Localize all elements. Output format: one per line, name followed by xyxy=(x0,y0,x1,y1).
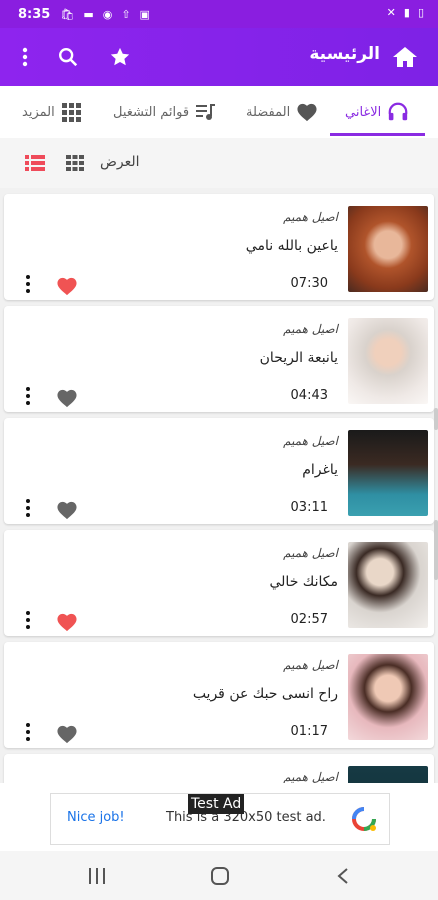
tab-label-more: المزيد xyxy=(22,104,55,120)
song-card[interactable]: اصيل هميم ياغرام 03:11 xyxy=(4,418,434,524)
upload-icon: ⇧ xyxy=(121,7,131,21)
song-duration: 07:30 xyxy=(290,276,328,291)
song-title: يانبعة الريحان xyxy=(259,350,338,366)
tab-favorites[interactable]: المفضلة xyxy=(246,86,318,138)
view-mode-row: العرض xyxy=(0,138,438,188)
tab-playlists[interactable]: قوائم التشغيل xyxy=(113,86,217,138)
scroll-edge-handle[interactable] xyxy=(434,408,438,430)
home-button[interactable] xyxy=(388,40,422,74)
song-duration: 03:11 xyxy=(290,500,328,515)
chat-icon: ▬ xyxy=(83,7,94,21)
tab-label-playlists: قوائم التشغيل xyxy=(113,104,190,120)
overflow-menu-button[interactable] xyxy=(8,40,42,74)
bag-icon: 🛍 xyxy=(60,7,75,21)
back-icon[interactable] xyxy=(336,867,350,885)
song-card[interactable]: اصيل هميم راح انسى حبك عن قريب 01:17 xyxy=(4,642,434,748)
artist-name: اصيل هميم xyxy=(283,322,338,336)
image-icon: ▣ xyxy=(139,7,150,21)
heart-icon xyxy=(297,103,317,122)
more-vert-icon[interactable] xyxy=(24,498,32,518)
signal-icon: ▮ xyxy=(403,6,410,19)
home-icon xyxy=(393,47,417,67)
active-tab-indicator xyxy=(330,133,425,136)
more-vert-icon[interactable] xyxy=(24,274,32,294)
artist-name: اصيل هميم xyxy=(283,546,338,560)
artist-name: اصيل هميم xyxy=(283,658,338,672)
tab-label-songs: الاغاني xyxy=(345,104,382,120)
favorite-heart-icon[interactable] xyxy=(56,612,78,632)
artist-name: اصيل هميم xyxy=(283,434,338,448)
view-label: العرض xyxy=(100,154,140,170)
headphones-icon xyxy=(388,102,408,121)
home-nav-icon[interactable] xyxy=(210,866,230,886)
recent-apps-icon[interactable] xyxy=(88,868,106,884)
tab-bar: المزيد قوائم التشغيل المفضلة الاغاني xyxy=(0,86,438,139)
test-ad-badge: Test Ad xyxy=(188,794,245,814)
favorite-heart-icon[interactable] xyxy=(56,724,78,744)
favorite-heart-icon[interactable] xyxy=(56,388,78,408)
more-vert-icon[interactable] xyxy=(24,722,32,742)
more-vert-icon[interactable] xyxy=(24,610,32,630)
song-title: ياغرام xyxy=(302,462,338,478)
app-bar: الرئيسية xyxy=(0,28,438,86)
favorite-heart-icon[interactable] xyxy=(56,500,78,520)
song-title: مكانك خالي xyxy=(269,574,339,590)
search-icon xyxy=(59,48,78,67)
grid-icon xyxy=(61,103,81,122)
system-icons: ✕ ▮ ▯ xyxy=(387,6,424,19)
ad-logo-icon xyxy=(352,807,376,831)
song-duration: 02:57 xyxy=(290,612,328,627)
song-thumbnail xyxy=(348,542,428,628)
playlist-icon xyxy=(196,104,216,120)
song-thumbnail xyxy=(348,654,428,740)
song-thumbnail xyxy=(348,318,428,404)
song-thumbnail xyxy=(348,430,428,516)
list-view-button[interactable] xyxy=(25,155,45,175)
list-view-icon xyxy=(25,155,45,171)
status-time: 8:35 xyxy=(18,6,51,22)
song-card[interactable]: اصيل هميم يانبعة الريحان 04:43 xyxy=(4,306,434,412)
notification-icons: 🛍 ▬ ◉ ⇧ ▣ xyxy=(60,8,150,21)
ad-cta[interactable]: Nice job! xyxy=(67,810,125,825)
status-bar: 8:35 🛍 ▬ ◉ ⇧ ▣ ✕ ▮ ▯ xyxy=(0,0,438,28)
artist-name: اصيل هميم xyxy=(283,210,338,224)
scroll-edge-handle[interactable] xyxy=(434,520,438,580)
song-duration: 01:17 xyxy=(290,724,328,739)
star-icon xyxy=(110,47,130,66)
search-button[interactable] xyxy=(51,40,85,74)
mute-icon: ✕ xyxy=(386,6,396,19)
grid-view-button[interactable] xyxy=(66,155,84,175)
battery-icon: ▯ xyxy=(417,6,424,19)
grid-view-icon xyxy=(66,155,84,171)
more-vert-icon xyxy=(22,47,28,67)
more-vert-icon[interactable] xyxy=(24,386,32,406)
song-title: راح انسى حبك عن قريب xyxy=(192,686,338,702)
song-card[interactable]: اصيل هميم ياعين بالله نامي 07:30 xyxy=(4,194,434,300)
page-title: الرئيسية xyxy=(309,44,380,64)
artist-name: اصيل هميم xyxy=(283,770,338,784)
tab-songs[interactable]: الاغاني xyxy=(345,86,409,138)
song-title: ياعين بالله نامي xyxy=(245,238,338,254)
tab-more[interactable]: المزيد xyxy=(22,86,81,138)
favorite-star-button[interactable] xyxy=(103,40,137,74)
pinterest-icon: ◉ xyxy=(102,7,113,21)
system-nav-bar xyxy=(0,851,438,900)
tab-label-favorites: المفضلة xyxy=(246,104,291,120)
song-card[interactable]: اصيل هميم مكانك خالي 02:57 xyxy=(4,530,434,636)
song-duration: 04:43 xyxy=(290,388,328,403)
song-thumbnail xyxy=(348,206,428,292)
favorite-heart-icon[interactable] xyxy=(56,276,78,296)
